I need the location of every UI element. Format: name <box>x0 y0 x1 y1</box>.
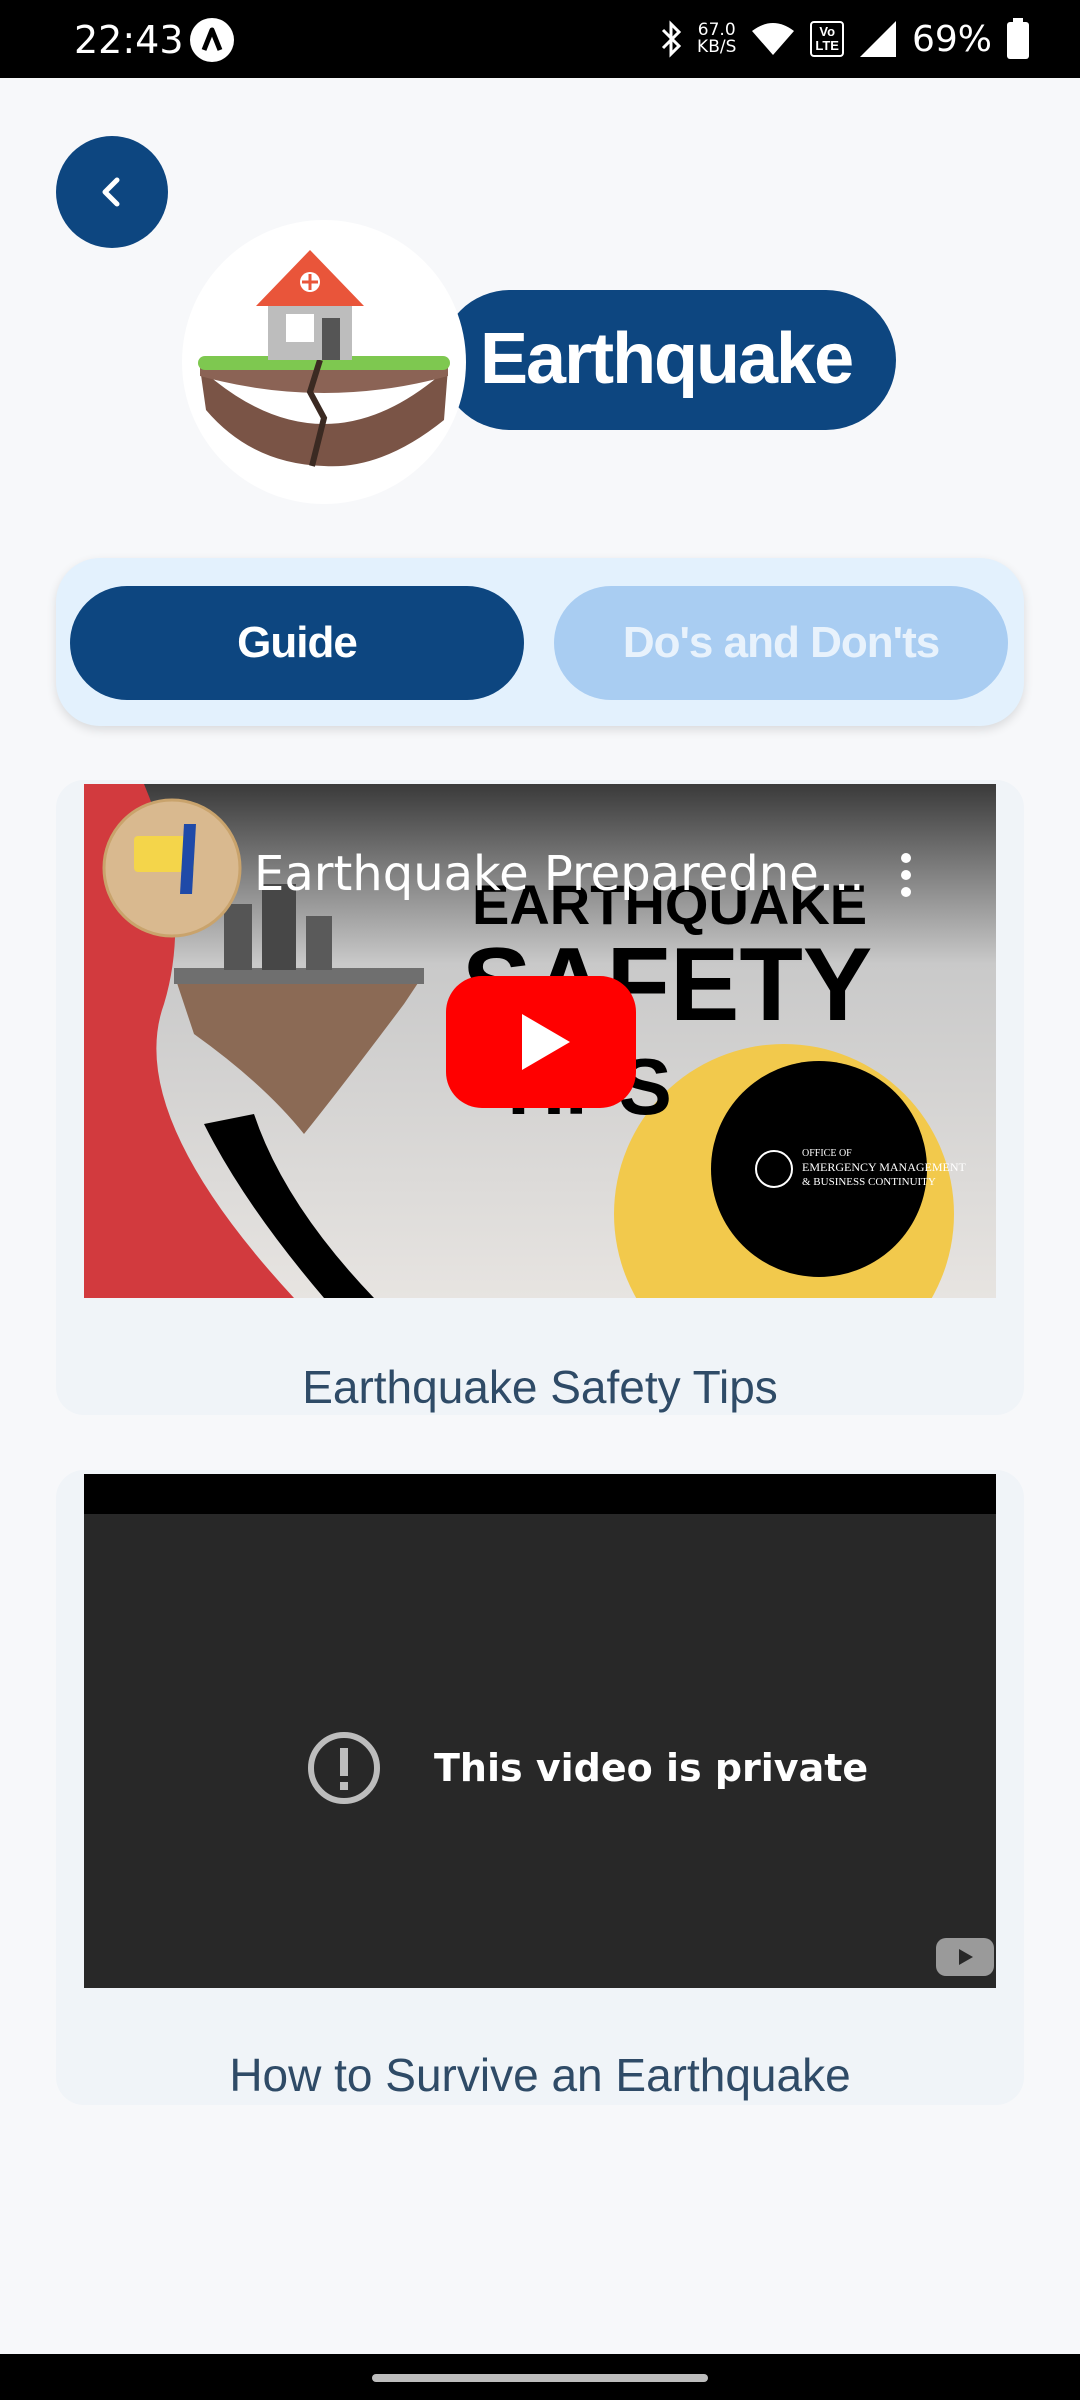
youtube-logo-icon[interactable] <box>936 1938 994 1976</box>
volte-bottom: LTE <box>815 38 839 53</box>
alert-circle-icon <box>308 1732 380 1804</box>
home-gesture-handle[interactable] <box>372 2374 708 2382</box>
video-card: This video is private How to Survive an … <box>56 1470 1024 2105</box>
tab-dos-and-donts[interactable]: Do's and Don'ts <box>554 586 1008 700</box>
thumbnail-org-3: & BUSINESS CONTINUITY <box>802 1176 936 1188</box>
status-time: 22:43 <box>74 18 184 62</box>
signal-icon <box>859 21 896 57</box>
earthquake-house-icon <box>198 250 450 467</box>
more-vertical-icon[interactable] <box>896 850 916 900</box>
youtube-play-icon[interactable] <box>446 976 636 1108</box>
bluetooth-icon <box>661 20 682 58</box>
video-caption: How to Survive an Earthquake <box>229 2049 851 2101</box>
video-player[interactable]: EARTHQUAKE SAFETY TIPS OFFICE OF EMERGEN… <box>84 784 996 1298</box>
thumbnail-org-1: OFFICE OF <box>802 1148 852 1159</box>
tab-guide[interactable]: Guide <box>70 586 524 700</box>
battery-percent: 69% <box>911 18 992 60</box>
video-card: EARTHQUAKE SAFETY TIPS OFFICE OF EMERGEN… <box>56 780 1024 1415</box>
battery-icon <box>1007 18 1029 59</box>
network-speed: 67.0 KB/S <box>697 22 736 56</box>
net-speed-unit: KB/S <box>697 37 737 57</box>
status-bar: 22:43 67.0 KB/S Vo LTE 69% <box>0 0 1080 78</box>
video-top-bar <box>84 1474 996 1514</box>
wifi-icon <box>752 23 795 55</box>
video-player-title: Earthquake Preparedne... <box>254 846 865 902</box>
back-button[interactable] <box>56 136 168 248</box>
tab-bar: Guide Do's and Don'ts <box>56 558 1024 726</box>
thumbnail-org-2: EMERGENCY MANAGEMENT <box>802 1160 967 1174</box>
status-indicators: 67.0 KB/S Vo LTE 69% <box>659 14 1030 64</box>
app-notification-icon <box>190 18 234 62</box>
video-player[interactable]: This video is private <box>84 1474 996 1988</box>
private-video-message: This video is private <box>434 1746 869 1790</box>
earthquake-logo <box>182 220 466 504</box>
page-title: Earthquake <box>480 319 854 399</box>
volte-top: Vo <box>819 24 836 39</box>
volte-badge: Vo LTE <box>810 21 844 57</box>
system-nav-bar <box>0 2354 1080 2400</box>
video-caption: Earthquake Safety Tips <box>302 1361 778 1413</box>
chevron-left-icon <box>102 177 120 207</box>
